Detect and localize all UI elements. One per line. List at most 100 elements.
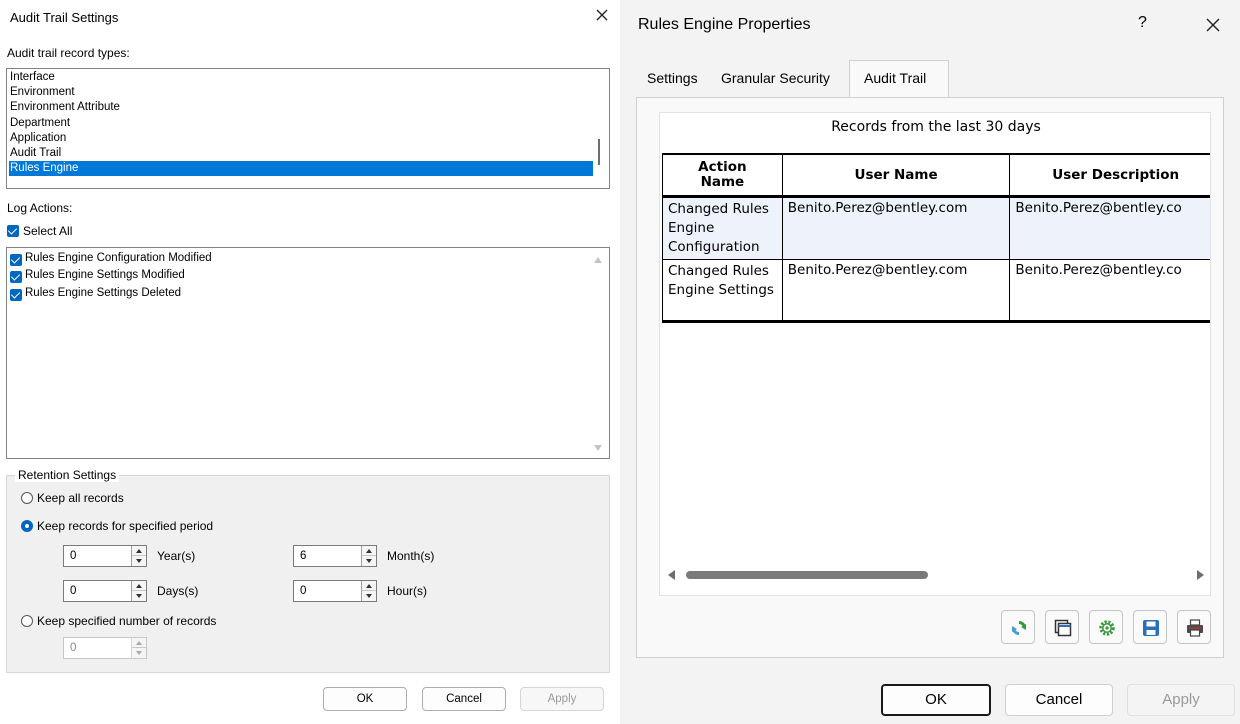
checkbox-checked-icon xyxy=(10,289,22,301)
help-button[interactable]: ? xyxy=(1138,14,1147,32)
list-item[interactable]: Department xyxy=(9,116,593,131)
records-value: 0 xyxy=(70,642,77,654)
stepper-down-icon[interactable] xyxy=(132,591,146,601)
radio-icon xyxy=(21,492,33,504)
keep-all-radio[interactable]: Keep all records xyxy=(21,491,221,507)
hours-stepper[interactable]: 0 xyxy=(293,580,377,602)
years-label: Year(s) xyxy=(157,549,196,563)
settings-icon xyxy=(1099,620,1115,636)
save-icon xyxy=(1143,620,1159,636)
stepper-down-icon xyxy=(132,648,146,658)
column-header: User Name xyxy=(781,153,1011,197)
radio-selected-icon xyxy=(21,520,33,532)
keep-period-radio[interactable]: Keep records for specified period xyxy=(21,519,251,535)
days-stepper[interactable]: 0 xyxy=(63,580,147,602)
action-item-label: Rules Engine Settings Deleted xyxy=(25,287,181,299)
action-item-label: Rules Engine Configuration Modified xyxy=(25,252,212,264)
stepper-up-icon[interactable] xyxy=(132,581,146,591)
scroll-left-icon[interactable] xyxy=(666,569,678,581)
list-item[interactable]: Interface xyxy=(9,70,593,85)
column-header: User Description xyxy=(1009,153,1210,197)
log-actions-list[interactable]: Rules Engine Configuration Modified Rule… xyxy=(6,247,610,459)
record-types-label: Audit trail record types: xyxy=(7,46,130,60)
select-all-checkbox[interactable]: Select All xyxy=(6,224,126,240)
scroll-down-icon[interactable] xyxy=(592,443,604,453)
close-icon xyxy=(596,9,608,21)
keep-number-label: Keep specified number of records xyxy=(37,614,217,628)
scrollbar-thumb[interactable] xyxy=(686,571,928,579)
action-item-label: Rules Engine Settings Modified xyxy=(25,269,185,281)
list-item[interactable]: Environment xyxy=(9,85,593,100)
refresh-button[interactable] xyxy=(1001,610,1035,644)
table-row[interactable]: Changed Rules Engine Configuration Benit… xyxy=(662,195,1210,260)
ok-button[interactable]: OK xyxy=(323,687,407,711)
table-cell: Changed Rules Engine Configuration xyxy=(662,195,783,260)
dialog-title: Rules Engine Properties xyxy=(638,16,811,33)
table-row[interactable]: Changed Rules Engine Settings Benito.Per… xyxy=(662,258,1210,322)
copy-icon xyxy=(1054,619,1072,637)
apply-button: Apply xyxy=(520,687,604,711)
action-item[interactable]: Rules Engine Settings Modified xyxy=(9,269,569,284)
keep-number-radio[interactable]: Keep specified number of records xyxy=(21,614,251,630)
print-icon xyxy=(1187,619,1203,637)
report-viewer: Records from the last 30 days Action Nam… xyxy=(659,112,1211,596)
radio-icon xyxy=(21,615,33,627)
records-stepper: 0 xyxy=(63,637,147,659)
cancel-button[interactable]: Cancel xyxy=(422,687,506,711)
stepper-down-icon[interactable] xyxy=(362,556,376,566)
scroll-up-icon[interactable] xyxy=(592,255,604,265)
table-cell: Benito.Perez@bentley.co xyxy=(1009,195,1210,260)
keep-all-label: Keep all records xyxy=(37,491,124,505)
months-label: Month(s) xyxy=(387,549,435,563)
days-value: 0 xyxy=(70,585,77,597)
list-item-selected[interactable]: Rules Engine xyxy=(9,161,593,176)
scrollbar-thumb[interactable] xyxy=(598,139,600,165)
tab-granular-security[interactable]: Granular Security xyxy=(721,70,830,86)
table-cell: Benito.Perez@bentley.com xyxy=(781,195,1011,260)
tab-audit-trail[interactable]: Audit Trail xyxy=(849,60,949,98)
rules-engine-properties-dialog: Rules Engine Properties ? Settings Granu… xyxy=(620,0,1240,724)
select-all-label: Select All xyxy=(23,224,73,238)
save-button[interactable] xyxy=(1133,610,1167,644)
list-item[interactable]: Audit Trail xyxy=(9,146,593,161)
close-button[interactable] xyxy=(1203,15,1223,35)
action-item[interactable]: Rules Engine Configuration Modified xyxy=(9,252,569,267)
audit-table: Action Name User Name User Description C… xyxy=(662,153,1210,323)
months-value: 6 xyxy=(300,550,307,562)
hours-value: 0 xyxy=(300,585,307,597)
stepper-up-icon[interactable] xyxy=(362,546,376,556)
cancel-button[interactable]: Cancel xyxy=(1005,684,1113,716)
days-label: Days(s) xyxy=(157,584,199,598)
close-button[interactable] xyxy=(593,6,611,24)
stepper-up-icon[interactable] xyxy=(132,546,146,556)
audit-trail-settings-dialog: Audit Trail Settings Audit trail record … xyxy=(0,0,620,724)
stepper-up-icon xyxy=(132,638,146,648)
checkbox-checked-icon xyxy=(10,271,22,283)
stepper-up-icon[interactable] xyxy=(362,581,376,591)
table-cell: Changed Rules Engine Settings xyxy=(662,258,783,322)
tab-settings[interactable]: Settings xyxy=(647,70,698,86)
list-item[interactable]: Application xyxy=(9,131,593,146)
checkbox-checked-icon xyxy=(7,225,19,237)
checkbox-checked-icon xyxy=(10,254,22,266)
years-value: 0 xyxy=(70,550,77,562)
table-cell: Benito.Perez@bentley.co xyxy=(1009,258,1210,322)
refresh-icon xyxy=(1012,621,1026,635)
keep-period-label: Keep records for specified period xyxy=(37,519,214,533)
column-header: Action Name xyxy=(662,153,783,197)
ok-button[interactable]: OK xyxy=(881,684,991,716)
print-button[interactable] xyxy=(1177,610,1211,644)
settings-button[interactable] xyxy=(1089,610,1123,644)
stepper-down-icon[interactable] xyxy=(362,591,376,601)
record-types-list[interactable]: Interface Environment Environment Attrib… xyxy=(6,68,610,189)
list-item[interactable]: Environment Attribute xyxy=(9,100,593,115)
scroll-right-icon[interactable] xyxy=(1194,569,1206,581)
report-title: Records from the last 30 days xyxy=(831,119,1041,135)
copy-button[interactable] xyxy=(1045,610,1079,644)
stepper-down-icon[interactable] xyxy=(132,556,146,566)
years-stepper[interactable]: 0 xyxy=(63,545,147,567)
months-stepper[interactable]: 6 xyxy=(293,545,377,567)
close-icon xyxy=(1206,18,1220,32)
tab-panel: Records from the last 30 days Action Nam… xyxy=(636,97,1224,658)
action-item[interactable]: Rules Engine Settings Deleted xyxy=(9,287,569,302)
